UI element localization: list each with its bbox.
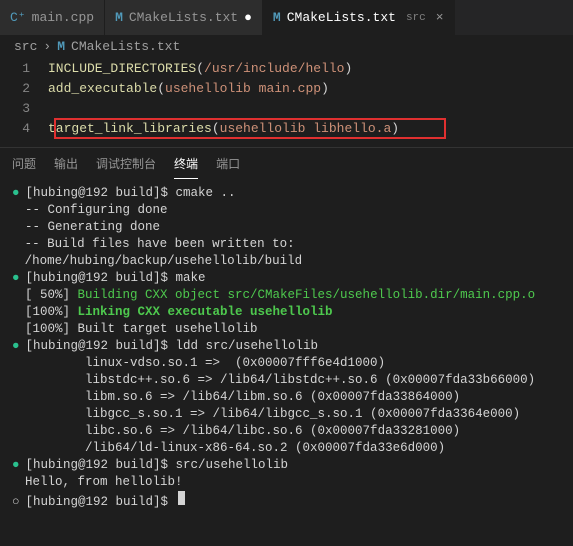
line-number: 4	[0, 119, 48, 139]
code-content: add_executable(usehellolib main.cpp)	[48, 79, 329, 99]
tab-cmakelists-src[interactable]: M CMakeLists.txt src ×	[263, 0, 455, 35]
line-number: 3	[0, 99, 48, 119]
panel-tab[interactable]: 输出	[54, 149, 78, 178]
cursor-icon	[178, 491, 185, 505]
editor-area[interactable]: 1INCLUDE_DIRECTORIES(/usr/include/hello)…	[0, 57, 573, 147]
panel-tab[interactable]: 终端	[174, 149, 198, 179]
tab-label: CMakeLists.txt	[129, 10, 238, 25]
prompt-bullet-icon: ●	[12, 338, 20, 355]
prompt-bullet-icon: ●	[12, 457, 20, 474]
terminal-line: /lib64/ld-linux-x86-64.so.2 (0x00007fda3…	[12, 440, 561, 457]
prompt-bullet-icon: ○	[12, 494, 20, 511]
terminal-line: [100%] Built target usehellolib	[12, 321, 561, 338]
terminal-line: Hello, from hellolib!	[12, 474, 561, 491]
terminal-line: libgcc_s.so.1 => /lib64/libgcc_s.so.1 (0…	[12, 406, 561, 423]
terminal-line: -- Configuring done	[12, 202, 561, 219]
breadcrumb[interactable]: src › M CMakeLists.txt	[0, 35, 573, 57]
cmake-icon: M	[273, 10, 281, 25]
editor-tab-bar: C⁺ main.cpp M CMakeLists.txt ● M CMakeLi…	[0, 0, 573, 35]
terminal-panel[interactable]: ●[hubing@192 build]$ cmake ..-- Configur…	[0, 179, 573, 517]
tab-path-suffix: src	[406, 12, 426, 24]
terminal-line: linux-vdso.so.1 => (0x00007fff6e4d1000)	[12, 355, 561, 372]
terminal-line: [100%] Linking CXX executable usehelloli…	[12, 304, 561, 321]
highlight-box	[54, 118, 446, 139]
terminal-line: -- Generating done	[12, 219, 561, 236]
chevron-right-icon: ›	[43, 39, 51, 54]
terminal-line: ●[hubing@192 build]$ make	[12, 270, 561, 287]
tab-label: CMakeLists.txt	[287, 10, 396, 25]
line-number: 2	[0, 79, 48, 99]
terminal-line: ○[hubing@192 build]$	[12, 491, 561, 511]
terminal-line: libm.so.6 => /lib64/libm.so.6 (0x00007fd…	[12, 389, 561, 406]
panel-tab-bar: 问题输出调试控制台终端端口	[0, 147, 573, 179]
tab-main-cpp[interactable]: C⁺ main.cpp	[0, 0, 105, 35]
cpp-icon: C⁺	[10, 10, 26, 25]
close-icon[interactable]: ×	[436, 10, 444, 25]
dirty-indicator-icon: ●	[244, 10, 252, 25]
panel-tab[interactable]: 调试控制台	[96, 149, 156, 178]
terminal-line: libstdc++.so.6 => /lib64/libstdc++.so.6 …	[12, 372, 561, 389]
code-content: INCLUDE_DIRECTORIES(/usr/include/hello)	[48, 59, 352, 79]
breadcrumb-file: CMakeLists.txt	[71, 39, 180, 54]
cmake-icon: M	[57, 39, 65, 54]
terminal-line: ●[hubing@192 build]$ src/usehellolib	[12, 457, 561, 474]
panel-tab[interactable]: 问题	[12, 149, 36, 178]
breadcrumb-folder: src	[14, 39, 37, 54]
line-number: 1	[0, 59, 48, 79]
prompt-bullet-icon: ●	[12, 185, 20, 202]
terminal-line: [ 50%] Building CXX object src/CMakeFile…	[12, 287, 561, 304]
editor-line[interactable]: 1INCLUDE_DIRECTORIES(/usr/include/hello)	[0, 59, 573, 79]
terminal-line: ●[hubing@192 build]$ ldd src/usehellolib	[12, 338, 561, 355]
editor-line[interactable]: 3	[0, 99, 573, 119]
terminal-line: -- Build files have been written to: /ho…	[12, 236, 561, 270]
panel-tab[interactable]: 端口	[216, 149, 240, 178]
editor-line[interactable]: 2add_executable(usehellolib main.cpp)	[0, 79, 573, 99]
terminal-line: libc.so.6 => /lib64/libc.so.6 (0x00007fd…	[12, 423, 561, 440]
tab-cmakelists-root[interactable]: M CMakeLists.txt ●	[105, 0, 263, 35]
prompt-bullet-icon: ●	[12, 270, 20, 287]
terminal-line: ●[hubing@192 build]$ cmake ..	[12, 185, 561, 202]
cmake-icon: M	[115, 10, 123, 25]
tab-label: main.cpp	[32, 10, 94, 25]
